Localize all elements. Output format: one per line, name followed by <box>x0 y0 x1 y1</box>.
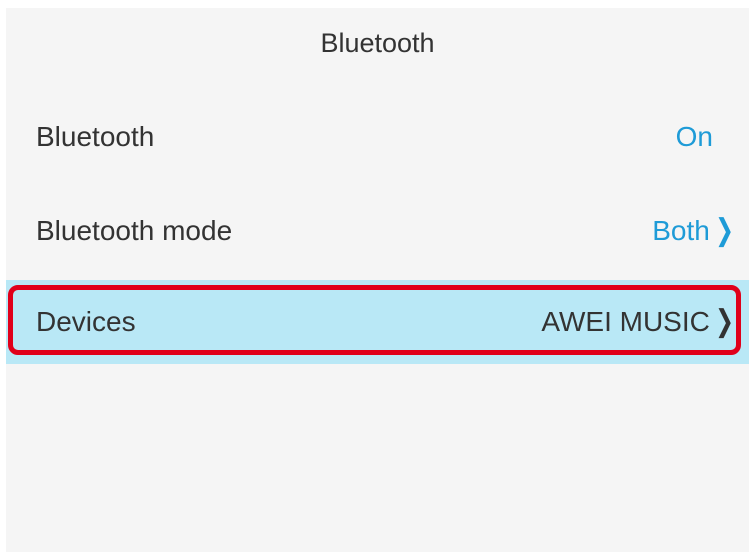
setting-value-devices: AWEI MUSIC ❯ <box>541 306 737 338</box>
setting-label-bluetooth-mode: Bluetooth mode <box>36 215 233 246</box>
bluetooth-mode-value: Both <box>652 215 710 246</box>
chevron-right-icon: ❯ <box>715 214 734 247</box>
bluetooth-status-value: On <box>675 121 713 152</box>
setting-row-bluetooth[interactable]: Bluetooth On <box>6 91 749 183</box>
bluetooth-settings-screen: Bluetooth Bluetooth On Bluetooth mode Bo… <box>6 8 749 552</box>
setting-row-bluetooth-mode[interactable]: Bluetooth mode Both ❯ <box>6 185 749 277</box>
devices-value: AWEI MUSIC <box>541 306 710 337</box>
setting-value-bluetooth: On <box>676 121 737 153</box>
setting-value-bluetooth-mode: Both ❯ <box>652 215 737 247</box>
page-title: Bluetooth <box>320 28 435 58</box>
setting-label-bluetooth: Bluetooth <box>36 121 155 152</box>
setting-row-devices[interactable]: Devices AWEI MUSIC ❯ <box>6 280 749 364</box>
chevron-right-icon: ❯ <box>715 305 734 338</box>
setting-label-devices: Devices <box>36 306 136 337</box>
